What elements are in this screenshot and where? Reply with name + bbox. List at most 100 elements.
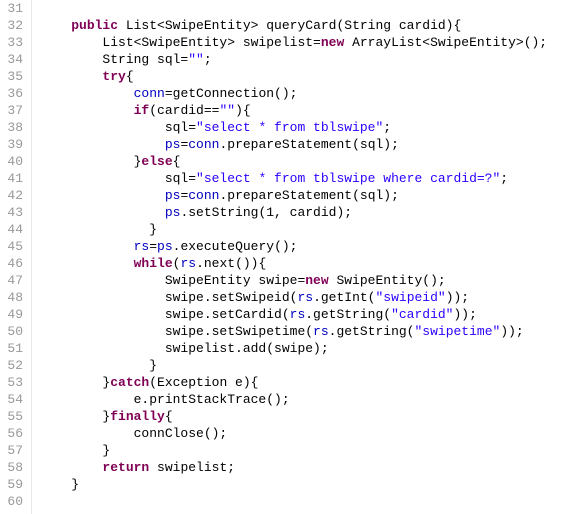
code-line[interactable]: conn=getConnection(); [40,85,576,102]
token-txt: { [126,69,134,84]
line-number: 33 [0,34,23,51]
code-line[interactable]: ps=conn.prepareStatement(sql); [40,136,576,153]
code-line[interactable]: swipelist.add(swipe); [40,340,576,357]
code-line[interactable]: swipe.setSwipetime(rs.getString("swipeti… [40,323,576,340]
line-number: 40 [0,153,23,170]
line-number: 60 [0,493,23,510]
token-txt: )); [454,307,477,322]
token-fld: ps [165,188,181,203]
line-number: 41 [0,170,23,187]
token-txt: ){ [235,103,251,118]
line-number: 32 [0,17,23,34]
token-txt: { [173,154,181,169]
code-line[interactable]: e.printStackTrace(); [40,391,576,408]
token-str: "select * from tblswipe" [196,120,383,135]
token-txt: .next()){ [196,256,266,271]
line-number: 43 [0,204,23,221]
token-txt: } [40,154,141,169]
token-txt: (Exception e){ [149,375,258,390]
token-txt [40,205,165,220]
code-line[interactable]: ps=conn.prepareStatement(sql); [40,187,576,204]
token-str: "" [219,103,235,118]
code-line[interactable]: swipe.setSwipeid(rs.getInt("swipeid")); [40,289,576,306]
token-txt: SwipeEntity swipe= [40,273,305,288]
line-number: 45 [0,238,23,255]
token-fld: ps [157,239,173,254]
line-number: 57 [0,442,23,459]
code-line[interactable]: try{ [40,68,576,85]
line-number: 47 [0,272,23,289]
token-txt: swipelist.add(swipe); [40,341,329,356]
token-str: "select * from tblswipe where cardid=?" [196,171,500,186]
line-number: 54 [0,391,23,408]
line-number: 51 [0,340,23,357]
line-number: 37 [0,102,23,119]
code-line[interactable]: return swipelist; [40,459,576,476]
line-number: 58 [0,459,23,476]
token-txt [40,103,134,118]
token-kw: try [102,69,125,84]
code-line[interactable]: } [40,357,576,374]
code-line[interactable]: } [40,221,576,238]
token-kw: public [71,18,118,33]
code-line[interactable]: if(cardid==""){ [40,102,576,119]
code-line[interactable]: sql="select * from tblswipe"; [40,119,576,136]
line-number: 50 [0,323,23,340]
token-txt: ; [383,120,391,135]
line-number: 59 [0,476,23,493]
token-txt: } [40,375,110,390]
code-line[interactable]: rs=ps.executeQuery(); [40,238,576,255]
line-number: 52 [0,357,23,374]
code-line[interactable]: sql="select * from tblswipe where cardid… [40,170,576,187]
code-line[interactable]: }catch(Exception e){ [40,374,576,391]
token-str: "swipetime" [414,324,500,339]
token-fld: ps [165,205,181,220]
token-txt: e.printStackTrace(); [40,392,290,407]
token-txt: List<SwipeEntity> swipelist= [40,35,321,50]
line-number: 34 [0,51,23,68]
code-line[interactable]: SwipeEntity swipe=new SwipeEntity(); [40,272,576,289]
token-txt: )); [446,290,469,305]
token-txt: =getConnection(); [165,86,298,101]
code-line[interactable]: ps.setString(1, cardid); [40,204,576,221]
token-str: "" [188,52,204,67]
token-txt [40,256,134,271]
token-kw: new [321,35,344,50]
code-line[interactable]: List<SwipeEntity> swipelist=new ArrayLis… [40,34,576,51]
token-fld: rs [290,307,306,322]
line-number: 48 [0,289,23,306]
code-line[interactable]: }finally{ [40,408,576,425]
code-line[interactable]: connClose(); [40,425,576,442]
token-kw: new [305,273,328,288]
code-line[interactable] [40,493,576,510]
code-line[interactable]: public List<SwipeEntity> queryCard(Strin… [40,17,576,34]
token-txt: { [165,409,173,424]
token-txt: SwipeEntity(); [329,273,446,288]
line-number-gutter: 3132333435363738394041424344454647484950… [0,0,32,514]
token-txt: .executeQuery(); [173,239,298,254]
line-number: 53 [0,374,23,391]
token-txt: .prepareStatement(sql); [219,188,398,203]
token-txt: sql= [40,120,196,135]
token-txt [40,188,165,203]
token-txt: )); [500,324,523,339]
code-line[interactable]: swipe.setCardid(rs.getString("cardid")); [40,306,576,323]
line-number: 39 [0,136,23,153]
code-line[interactable]: while(rs.next()){ [40,255,576,272]
code-line[interactable]: }else{ [40,153,576,170]
token-txt: } [40,222,157,237]
line-number: 44 [0,221,23,238]
code-area[interactable]: public List<SwipeEntity> queryCard(Strin… [32,0,576,514]
code-line[interactable]: } [40,476,576,493]
token-kw: if [134,103,150,118]
token-txt: String sql= [40,52,188,67]
token-txt [40,460,102,475]
token-txt: ; [204,52,212,67]
token-txt: swipe.setCardid( [40,307,290,322]
code-line[interactable]: String sql=""; [40,51,576,68]
token-txt: .getString( [305,307,391,322]
token-fld: ps [165,137,181,152]
token-kw: return [102,460,149,475]
code-line[interactable]: } [40,442,576,459]
code-line[interactable] [40,0,576,17]
